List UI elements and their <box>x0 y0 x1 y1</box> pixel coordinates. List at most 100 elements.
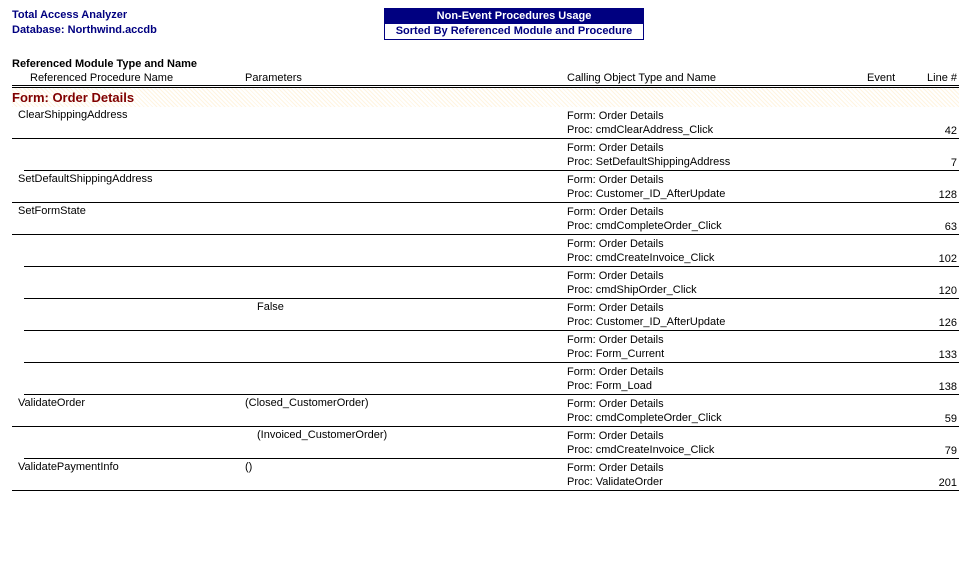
row-calling-object: Form: Order DetailsProc: cmdShipOrder_Cl… <box>567 269 867 297</box>
row-event <box>867 269 917 297</box>
row-parameters <box>245 109 567 137</box>
row-proc-name: ValidateOrder <box>12 397 245 425</box>
row-calling-object: Form: Order DetailsProc: cmdCompleteOrde… <box>567 205 867 233</box>
calling-proc: Proc: SetDefaultShippingAddress <box>567 155 867 169</box>
calling-form: Form: Order Details <box>567 205 867 219</box>
row-calling-object: Form: Order DetailsProc: cmdClearAddress… <box>567 109 867 137</box>
title-box: Non-Event Procedures Usage Sorted By Ref… <box>384 8 644 40</box>
row-event <box>867 461 917 489</box>
col-header-params: Parameters <box>245 72 567 84</box>
data-row: FalseForm: Order DetailsProc: Customer_I… <box>24 299 959 331</box>
left-header-block: Total Access Analyzer Database: Northwin… <box>12 8 384 40</box>
database-label: Database: Northwind.accdb <box>12 23 384 38</box>
row-line-number: 63 <box>917 205 959 233</box>
row-event <box>867 237 917 265</box>
row-event <box>867 429 917 457</box>
row-event <box>867 109 917 137</box>
calling-form: Form: Order Details <box>567 301 867 315</box>
row-line-number: 133 <box>917 333 959 361</box>
data-row: Form: Order DetailsProc: Form_Load 138 <box>24 363 959 395</box>
col-header-calling: Calling Object Type and Name <box>567 72 867 84</box>
row-parameters: (Closed_CustomerOrder) <box>245 397 567 425</box>
row-event <box>867 333 917 361</box>
row-calling-object: Form: Order DetailsProc: ValidateOrder <box>567 461 867 489</box>
data-row: (Invoiced_CustomerOrder)Form: Order Deta… <box>24 427 959 459</box>
calling-proc: Proc: cmdShipOrder_Click <box>567 283 867 297</box>
data-row: Form: Order DetailsProc: cmdShipOrder_Cl… <box>24 267 959 299</box>
calling-form: Form: Order Details <box>567 269 867 283</box>
col-header-proc: Referenced Procedure Name <box>12 72 245 84</box>
row-parameters <box>257 365 567 393</box>
calling-proc: Proc: cmdClearAddress_Click <box>567 123 867 137</box>
calling-form: Form: Order Details <box>567 461 867 475</box>
row-parameters <box>245 173 567 201</box>
calling-form: Form: Order Details <box>567 109 867 123</box>
calling-proc: Proc: Form_Load <box>567 379 867 393</box>
row-calling-object: Form: Order DetailsProc: Form_Load <box>567 365 867 393</box>
row-calling-object: Form: Order DetailsProc: Form_Current <box>567 333 867 361</box>
data-row: ValidatePaymentInfo()Form: Order Details… <box>12 459 959 491</box>
app-name: Total Access Analyzer <box>12 8 384 23</box>
row-line-number: 138 <box>917 365 959 393</box>
row-line-number: 120 <box>917 269 959 297</box>
data-row: ClearShippingAddress Form: Order DetailsP… <box>12 107 959 139</box>
row-event <box>867 205 917 233</box>
calling-form: Form: Order Details <box>567 429 867 443</box>
data-row: SetDefaultShippingAddress Form: Order Det… <box>12 171 959 203</box>
row-event <box>867 397 917 425</box>
section-heading: Referenced Module Type and Name <box>12 58 959 70</box>
col-header-line: Line # <box>917 72 959 84</box>
report-header: Total Access Analyzer Database: Northwin… <box>12 8 959 40</box>
row-proc-name: ValidatePaymentInfo <box>12 461 245 489</box>
row-proc-name <box>24 237 257 265</box>
data-row: Form: Order DetailsProc: cmdCreateInvoic… <box>24 235 959 267</box>
row-event <box>867 141 917 169</box>
row-proc-name <box>24 141 257 169</box>
calling-form: Form: Order Details <box>567 365 867 379</box>
data-row: Form: Order DetailsProc: Form_Current 133 <box>24 331 959 363</box>
row-calling-object: Form: Order DetailsProc: Customer_ID_Aft… <box>567 301 867 329</box>
calling-form: Form: Order Details <box>567 397 867 411</box>
row-line-number: 201 <box>917 461 959 489</box>
row-line-number: 59 <box>917 397 959 425</box>
row-line-number: 42 <box>917 109 959 137</box>
calling-proc: Proc: Customer_ID_AfterUpdate <box>567 187 867 201</box>
title-bottom: Sorted By Referenced Module and Procedur… <box>385 24 643 39</box>
row-calling-object: Form: Order DetailsProc: cmdCreateInvoic… <box>567 237 867 265</box>
row-line-number: 102 <box>917 237 959 265</box>
row-parameters <box>257 269 567 297</box>
row-calling-object: Form: Order DetailsProc: SetDefaultShipp… <box>567 141 867 169</box>
row-proc-name <box>24 269 257 297</box>
row-calling-object: Form: Order DetailsProc: cmdCreateInvoic… <box>567 429 867 457</box>
row-event <box>867 173 917 201</box>
row-calling-object: Form: Order DetailsProc: cmdCompleteOrde… <box>567 397 867 425</box>
row-proc-name <box>24 365 257 393</box>
data-row: ValidateOrder(Closed_CustomerOrder)Form:… <box>12 395 959 427</box>
row-proc-name: SetDefaultShippingAddress <box>12 173 245 201</box>
calling-proc: Proc: Customer_ID_AfterUpdate <box>567 315 867 329</box>
column-headers: Referenced Procedure Name Parameters Cal… <box>12 72 959 88</box>
group-header: Form: Order Details <box>12 88 959 107</box>
row-calling-object: Form: Order DetailsProc: Customer_ID_Aft… <box>567 173 867 201</box>
rows-container: ClearShippingAddressForm: Order DetailsP… <box>12 107 959 491</box>
row-proc-name: ClearShippingAddress <box>12 109 245 137</box>
title-top: Non-Event Procedures Usage <box>385 9 643 24</box>
calling-form: Form: Order Details <box>567 141 867 155</box>
data-row: Form: Order DetailsProc: SetDefaultShipp… <box>24 139 959 171</box>
row-parameters <box>257 333 567 361</box>
calling-proc: Proc: cmdCompleteOrder_Click <box>567 411 867 425</box>
row-event <box>867 301 917 329</box>
data-row: SetFormState Form: Order DetailsProc: cmd… <box>12 203 959 235</box>
row-line-number: 79 <box>917 429 959 457</box>
calling-proc: Proc: Form_Current <box>567 347 867 361</box>
row-line-number: 128 <box>917 173 959 201</box>
calling-form: Form: Order Details <box>567 333 867 347</box>
row-parameters <box>257 141 567 169</box>
row-proc-name: SetFormState <box>12 205 245 233</box>
row-proc-name <box>24 333 257 361</box>
col-header-event: Event <box>867 72 917 84</box>
row-line-number: 126 <box>917 301 959 329</box>
calling-proc: Proc: cmdCreateInvoice_Click <box>567 443 867 457</box>
calling-form: Form: Order Details <box>567 237 867 251</box>
calling-proc: Proc: ValidateOrder <box>567 475 867 489</box>
